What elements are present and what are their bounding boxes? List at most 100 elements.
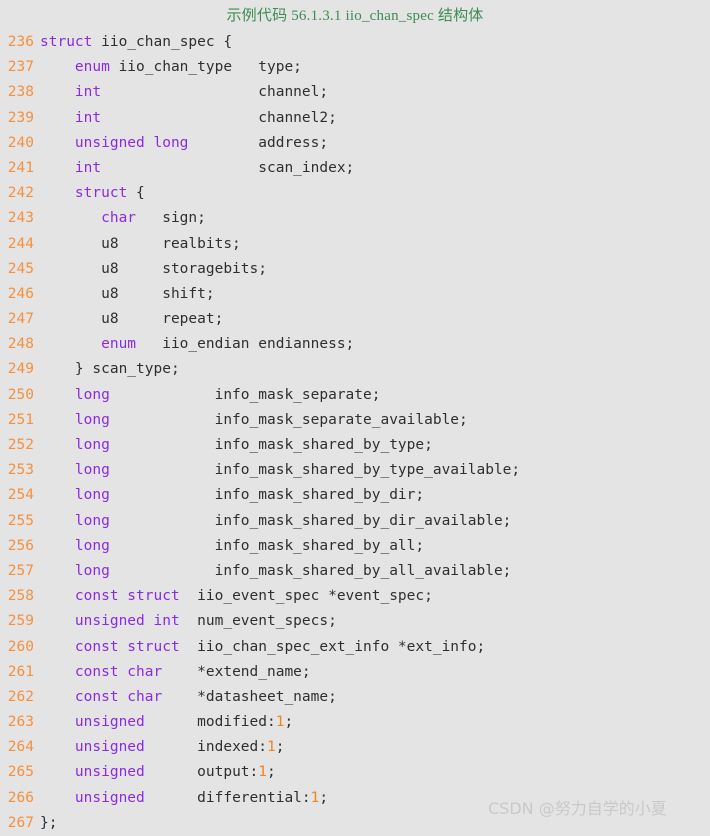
line-number: 247 bbox=[7, 311, 34, 328]
code-token-pln bbox=[40, 664, 75, 680]
code-token-kw: long bbox=[74, 537, 110, 554]
code-line-text: long info_mask_shared_by_type_available; bbox=[40, 458, 520, 483]
code-line-text: enum iio_chan_type type; bbox=[40, 55, 302, 80]
code-line: 261 const char *extend_name; bbox=[0, 660, 710, 685]
code-token-pln bbox=[40, 59, 75, 75]
code-token-pln: ; bbox=[319, 789, 329, 806]
code-token-kw: const struct bbox=[74, 588, 180, 605]
code-token-pln: u8 realbits; bbox=[40, 235, 241, 252]
code-line: 236 struct iio_chan_spec { bbox=[0, 30, 710, 55]
code-line: 255 long info_mask_shared_by_dir_availab… bbox=[0, 509, 710, 534]
code-token-pln: indexed: bbox=[144, 739, 267, 756]
code-line-text: u8 realbits; bbox=[40, 232, 241, 257]
code-line: 258 const struct iio_event_spec *event_s… bbox=[0, 584, 710, 609]
line-number: 239 bbox=[7, 109, 34, 126]
line-number: 264 bbox=[7, 739, 34, 756]
code-token-pln bbox=[40, 387, 75, 403]
code-token-pln: { bbox=[127, 185, 145, 202]
line-number: 256 bbox=[7, 537, 34, 554]
code-line-text: long info_mask_separate; bbox=[40, 383, 381, 408]
code-line-text: unsigned output:1; bbox=[40, 760, 276, 785]
code-token-pln: output: bbox=[144, 764, 259, 781]
code-token-pln: info_mask_shared_by_type; bbox=[109, 437, 433, 453]
code-line-text: enum iio_endian endianness; bbox=[40, 332, 354, 357]
line-number: 265 bbox=[7, 764, 34, 781]
code-token-pln bbox=[40, 790, 75, 806]
code-token-pln bbox=[40, 513, 75, 529]
code-token-pln bbox=[40, 739, 75, 755]
code-line: 249 } scan_type; bbox=[0, 357, 710, 382]
code-token-pln bbox=[40, 437, 75, 453]
code-token-pln: iio_endian endianness; bbox=[136, 336, 355, 353]
figure-caption: 示例代码 56.1.3.1 iio_chan_spec 结构体 bbox=[226, 8, 484, 24]
code-token-pln: info_mask_shared_by_all_available; bbox=[109, 562, 512, 579]
code-token-pln bbox=[40, 563, 75, 579]
code-line-text: long info_mask_shared_by_all_available; bbox=[40, 559, 512, 584]
code-token-kw: unsigned bbox=[74, 764, 145, 781]
code-token-pln: u8 repeat; bbox=[40, 311, 224, 328]
code-line-text: long info_mask_shared_by_dir_available; bbox=[40, 509, 512, 534]
line-number: 245 bbox=[7, 260, 34, 277]
code-token-pln: iio_chan_type type; bbox=[109, 59, 302, 76]
code-line: 253 long info_mask_shared_by_type_availa… bbox=[0, 458, 710, 483]
code-token-kw: const char bbox=[74, 663, 163, 680]
code-token-pln: ; bbox=[284, 714, 294, 731]
code-line: 246 u8 shift; bbox=[0, 282, 710, 307]
code-token-kw: unsigned bbox=[74, 739, 145, 756]
code-token-kw: long bbox=[74, 512, 110, 529]
code-token-pln bbox=[40, 462, 75, 478]
code-line-text: unsigned indexed:1; bbox=[40, 735, 285, 760]
code-line: 262 const char *datasheet_name; bbox=[0, 685, 710, 710]
code-line: 265 unsigned output:1; bbox=[0, 760, 710, 785]
code-line: 247 u8 repeat; bbox=[0, 307, 710, 332]
code-line: 250 long info_mask_separate; bbox=[0, 383, 710, 408]
code-line: 256 long info_mask_shared_by_all; bbox=[0, 534, 710, 559]
line-number: 267 bbox=[7, 814, 34, 831]
code-line: 257 long info_mask_shared_by_all_availab… bbox=[0, 559, 710, 584]
code-block[interactable]: 236 struct iio_chan_spec { 237 enum iio_ch… bbox=[0, 30, 710, 836]
code-token-kw: long bbox=[74, 411, 110, 428]
code-token-kw: const struct bbox=[74, 638, 180, 655]
code-line: 244 u8 realbits; bbox=[0, 232, 710, 257]
code-token-pln: address; bbox=[188, 134, 329, 151]
code-line-text: const struct iio_event_spec *event_spec; bbox=[40, 584, 433, 609]
line-number: 261 bbox=[7, 663, 34, 680]
line-number: 238 bbox=[7, 84, 34, 101]
code-line-text: const char *extend_name; bbox=[40, 660, 311, 685]
code-token-kw: const char bbox=[74, 688, 163, 705]
code-token-pln: differential: bbox=[144, 789, 311, 806]
code-token-pln bbox=[40, 412, 75, 428]
code-token-pln bbox=[40, 538, 75, 554]
line-number: 263 bbox=[7, 714, 34, 731]
line-number: 248 bbox=[7, 336, 34, 353]
code-token-num: 1 bbox=[266, 739, 276, 756]
code-token-kw: int bbox=[74, 84, 102, 101]
code-token-kw: unsigned long bbox=[74, 134, 189, 151]
code-token-pln: info_mask_separate; bbox=[109, 386, 381, 403]
line-number: 251 bbox=[7, 411, 34, 428]
code-token-pln: channel2; bbox=[101, 109, 337, 126]
code-token-kw: long bbox=[74, 462, 110, 479]
code-token-pln bbox=[40, 764, 75, 780]
code-token-pln bbox=[40, 588, 75, 604]
code-token-kw: struct bbox=[74, 185, 128, 202]
line-number: 258 bbox=[7, 588, 34, 605]
code-token-pln: *datasheet_name; bbox=[162, 688, 337, 705]
line-number: 241 bbox=[7, 159, 34, 176]
code-snippet-figure: 示例代码 56.1.3.1 iio_chan_spec 结构体 236 struc… bbox=[0, 0, 710, 836]
code-line: 242 struct { bbox=[0, 181, 710, 206]
csdn-watermark: CSDN @努力自学的小夏 bbox=[488, 799, 667, 818]
code-token-kw: int bbox=[74, 159, 102, 176]
code-token-kw: unsigned bbox=[74, 714, 145, 731]
code-token-kw: unsigned bbox=[74, 789, 145, 806]
line-number: 237 bbox=[7, 59, 34, 76]
code-token-pln bbox=[40, 689, 75, 705]
code-token-kw: char bbox=[101, 210, 137, 227]
line-number: 242 bbox=[7, 185, 34, 202]
code-line-text: u8 storagebits; bbox=[40, 257, 267, 282]
code-token-pln: info_mask_shared_by_all; bbox=[109, 537, 425, 554]
code-token-pln: }; bbox=[40, 814, 58, 831]
code-token-pln bbox=[40, 613, 75, 629]
code-line-text: } scan_type; bbox=[40, 357, 180, 382]
code-line-text: unsigned long address; bbox=[40, 131, 328, 156]
